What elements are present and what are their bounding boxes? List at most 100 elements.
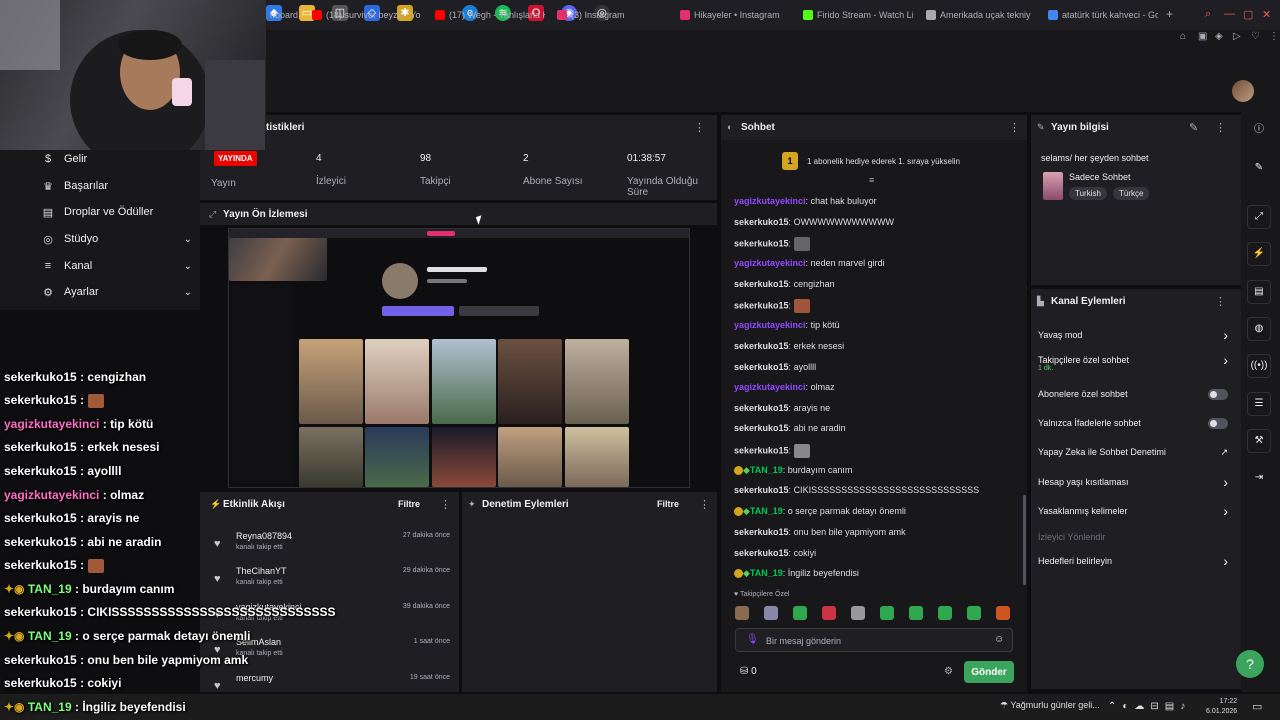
chat-username[interactable]: sekerkuko15 xyxy=(734,341,789,351)
chat-username[interactable]: sekerkuko15 xyxy=(734,445,789,455)
browser-tab[interactable]: (17) Wegh - Yanlışlarla K xyxy=(435,6,545,24)
sidebar-item-droplar[interactable]: ▤ Droplar ve Ödüller xyxy=(42,202,192,222)
edit-icon[interactable]: ✎ xyxy=(1189,121,1198,134)
channel-action-item[interactable]: Takipçilere özel sohbet 1 dk. › xyxy=(1038,352,1228,372)
extension-icon[interactable]: ▣ xyxy=(1198,32,1208,42)
help-button[interactable]: ? xyxy=(1236,650,1264,678)
gift-sub-banner[interactable]: 1 1 abonelik hediye ederek 1. sıraya yük… xyxy=(721,145,1027,185)
chat-input[interactable] xyxy=(766,633,986,649)
expand-icon[interactable]: ⤢ xyxy=(209,209,216,220)
maximize-icon[interactable]: ▢ xyxy=(1243,8,1253,21)
channel-action-item[interactable]: Yapay Zeka ile Sohbet Denetimi ↗ xyxy=(1038,447,1228,457)
channel-action-item[interactable]: Yalnızca İfadelerle sohbet xyxy=(1038,418,1228,431)
mod-filter-button[interactable]: Filtre xyxy=(657,499,679,509)
chat-username[interactable]: sekerkuko15 xyxy=(734,362,789,372)
channel-points[interactable]: ⛁ 0 xyxy=(740,666,757,677)
chat-message[interactable]: sekerkuko15: cengizhan xyxy=(734,279,835,289)
chat-message[interactable]: yagizkutayekinci: neden marvel girdi xyxy=(734,258,885,268)
external-link-icon[interactable]: ↗ xyxy=(1220,447,1228,458)
kebab-menu-icon[interactable]: ⋮ xyxy=(1215,295,1226,308)
chat-username[interactable]: sekerkuko15 xyxy=(734,527,789,537)
emote-icon[interactable] xyxy=(967,606,981,620)
kebab-menu-icon[interactable]: ⋮ xyxy=(694,121,705,134)
search-icon[interactable]: ⌕ xyxy=(1205,8,1211,21)
chat-message[interactable]: sekerkuko15: ayollll xyxy=(734,362,816,372)
weather-widget[interactable]: ☂ Yağmurlu günler geli... xyxy=(1000,700,1100,711)
category-name[interactable]: Sadece Sohbet xyxy=(1069,172,1131,182)
tray-icons[interactable]: ⌃◐☁⊟▤♪ xyxy=(1108,701,1191,712)
toggle-switch[interactable] xyxy=(1208,389,1228,402)
chat-message[interactable]: yagizkutayekinci: olmaz xyxy=(734,382,835,392)
chevron-right-icon[interactable]: › xyxy=(1223,474,1228,490)
chevron-right-icon[interactable]: › xyxy=(1223,327,1228,343)
kebab-menu-icon[interactable]: ⋮ xyxy=(699,498,710,511)
chat-message[interactable]: sekerkuko15: xyxy=(734,299,810,313)
channel-action-item[interactable]: Yasaklanmış kelimeler › xyxy=(1038,503,1228,519)
chat-username[interactable]: sekerkuko15 xyxy=(734,548,789,558)
activity-filter-button[interactable]: Filtre xyxy=(398,499,420,509)
channel-action-item[interactable]: Hedefleri belirleyin › xyxy=(1038,553,1228,569)
list-icon[interactable]: ☰ xyxy=(1247,392,1271,416)
document-icon[interactable]: ▤ xyxy=(1247,280,1271,304)
sidebar-item-ayarlar[interactable]: ⚙ Ayarlar ⌄ xyxy=(42,282,192,302)
shield-icon[interactable]: ◈ xyxy=(1215,32,1225,42)
kebab-menu-icon[interactable]: ⋮ xyxy=(440,498,451,511)
chevron-right-icon[interactable]: › xyxy=(1223,503,1228,519)
chat-username[interactable]: TAN_19 xyxy=(750,568,783,578)
list-item[interactable]: ♥ Reyna087894 kanalı takip etti 27 dakika ö… xyxy=(214,530,450,562)
emote-icon[interactable] xyxy=(735,606,749,620)
heart-icon[interactable]: ♡ xyxy=(1251,32,1261,42)
clock[interactable]: 17:22 6.01.2026 xyxy=(1206,697,1237,717)
sidebar-item-studyo[interactable]: ◎ Stüdyo ⌄ xyxy=(42,229,192,249)
chat-message[interactable]: sekerkuko15: xyxy=(734,237,810,251)
chat-username[interactable]: TAN_19 xyxy=(750,465,783,475)
channel-action-item[interactable]: Hesap yaşı kısıtlaması › xyxy=(1038,474,1228,490)
browser-tab[interactable]: Hikayeler • Instagram xyxy=(680,6,790,24)
play-icon[interactable]: ▷ xyxy=(1233,32,1243,42)
notifications-icon[interactable]: ▭ xyxy=(1252,700,1262,713)
chat-username[interactable]: yagizkutayekinci xyxy=(734,320,806,330)
emote-icon[interactable] xyxy=(909,606,923,620)
browser-tab[interactable]: (18) survivor beyza - Yo xyxy=(312,6,422,24)
chat-message[interactable]: ◆ TAN_19: o serçe parmak detayı önemli xyxy=(734,506,906,517)
sidebar-item-kanal[interactable]: ≡ Kanal ⌄ xyxy=(42,256,192,276)
close-icon[interactable]: ✕ xyxy=(1262,8,1271,21)
kebab-menu-icon[interactable]: ⋮ xyxy=(1009,121,1020,134)
chat-message[interactable]: sekerkuko15: erkek nesesi xyxy=(734,341,844,351)
send-button[interactable]: Gönder xyxy=(964,661,1014,683)
chat-message[interactable]: sekerkuko15: abi ne aradin xyxy=(734,423,846,433)
toggle-switch[interactable] xyxy=(1208,418,1228,431)
minimize-icon[interactable]: — xyxy=(1224,8,1235,20)
new-tab-button[interactable]: + xyxy=(1166,7,1173,21)
browser-tab[interactable]: atatürk türk kahveci - Go xyxy=(1048,6,1158,24)
bookmark-icon[interactable]: ⌂ xyxy=(1180,32,1190,42)
chat-message[interactable]: yagizkutayekinci: chat hak buluyor xyxy=(734,196,877,206)
wrench-icon[interactable]: ⚒ xyxy=(1247,429,1271,453)
chat-input-box[interactable]: 🎙 ☺ xyxy=(735,628,1013,652)
emote-icon[interactable] xyxy=(851,606,865,620)
settings-icon[interactable]: ⚙ xyxy=(944,666,953,677)
pencil-icon[interactable]: ✎ xyxy=(1247,157,1271,181)
microphone-icon[interactable]: 🎙 xyxy=(746,634,759,645)
chat-message[interactable]: sekerkuko15: onu ben bile yapmiyom amk xyxy=(734,527,906,537)
kebab-menu-icon[interactable]: ⋮ xyxy=(1215,121,1226,134)
avatar[interactable] xyxy=(1232,80,1254,102)
browser-tab[interactable]: Firido Stream - Watch Li xyxy=(803,6,913,24)
share-icon[interactable]: ⇥ xyxy=(1247,467,1271,491)
chat-username[interactable]: yagizkutayekinci xyxy=(734,196,806,206)
emote-icon[interactable] xyxy=(822,606,836,620)
stream-preview[interactable] xyxy=(228,228,690,488)
emote-icon[interactable] xyxy=(764,606,778,620)
emote-icon[interactable] xyxy=(880,606,894,620)
chat-message[interactable]: sekerkuko15: xyxy=(734,444,810,458)
chevron-right-icon[interactable]: › xyxy=(1223,352,1228,368)
chat-message[interactable]: ◆ TAN_19: burdayım canım xyxy=(734,465,852,476)
chat-username[interactable]: yagizkutayekinci xyxy=(734,258,806,268)
chat-message[interactable]: sekerkuko15: CIKISSSSSSSSSSSSSSSSSSSSSSS… xyxy=(734,485,979,495)
chat-username[interactable]: yagizkutayekinci xyxy=(734,382,806,392)
browser-tab[interactable]: Amerikada uçak tekniy xyxy=(926,6,1036,24)
channel-action-item[interactable]: Yavaş mod › xyxy=(1038,327,1228,343)
chat-icon[interactable]: ◍ xyxy=(1247,317,1271,341)
chat-username[interactable]: sekerkuko15 xyxy=(734,300,789,310)
sidebar-item-gelir[interactable]: $ Gelir xyxy=(42,149,192,169)
